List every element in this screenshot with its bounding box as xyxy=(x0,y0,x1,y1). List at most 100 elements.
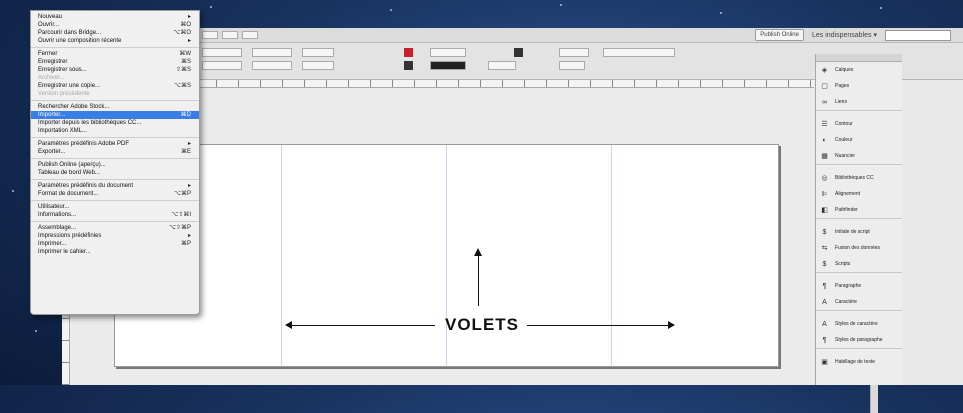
menu-item[interactable]: Importer... ⌘D xyxy=(31,111,199,119)
workspace-label: Les indispensables xyxy=(811,32,872,39)
stroke-icon: ☰ xyxy=(821,121,828,128)
menu-separator xyxy=(31,179,199,180)
panel-item[interactable]: ¶ Paragraphe xyxy=(816,278,902,294)
panel-item[interactable]: ▣ Habillage de texte xyxy=(816,354,902,370)
menu-item-label: Exporter... xyxy=(38,149,66,155)
bridge-button[interactable] xyxy=(202,31,218,39)
menu-item-label: Informations... xyxy=(38,212,77,218)
panel-item[interactable]: $ Initiale de script xyxy=(816,224,902,240)
panel-item-label: Bibliothèques CC xyxy=(835,175,874,181)
menu-item[interactable]: Imprimer le cahier... xyxy=(31,248,199,256)
panel-dock-header[interactable] xyxy=(816,54,902,62)
panel-item[interactable]: $ Scripts xyxy=(816,256,902,272)
arrow-up-icon xyxy=(474,248,482,256)
menu-item[interactable]: Impressions prédéfinies ▸ xyxy=(31,232,199,240)
scale-y-field[interactable] xyxy=(302,61,334,70)
panel-item[interactable]: ▦ Nuancier xyxy=(816,148,902,164)
menu-item-label: Archiver... xyxy=(38,75,65,81)
menu-item[interactable]: Utilisateur... xyxy=(31,203,199,211)
stroke-swatch[interactable] xyxy=(404,61,413,70)
submenu-arrow-icon: ▸ xyxy=(187,233,191,239)
panel-item-label: Habillage de texte xyxy=(835,359,876,365)
panel-item[interactable]: ☰ Contour xyxy=(816,116,902,132)
panel-item[interactable]: A Styles de caractère xyxy=(816,316,902,332)
opacity-field[interactable] xyxy=(488,61,516,70)
menu-item[interactable]: Ouvrir une composition récente ▸ xyxy=(31,37,199,45)
panel-item[interactable]: ¶ Styles de paragraphe xyxy=(816,332,902,348)
layers-icon: ◈ xyxy=(821,67,828,74)
panel-item-label: Contour xyxy=(835,121,853,127)
submenu-arrow-icon: ▸ xyxy=(187,14,191,20)
menu-item[interactable]: Format de document... ⌥⌘P xyxy=(31,190,199,198)
panel-item[interactable]: ◈ Calques xyxy=(816,62,902,78)
menu-item[interactable]: Enregistrer une copie... ⌥⌘S xyxy=(31,82,199,90)
menu-item[interactable]: Parcourir dans Bridge... ⌥⌘O xyxy=(31,29,199,37)
y-position-field[interactable] xyxy=(202,61,242,70)
arrow-left-icon xyxy=(285,321,292,329)
menu-item-label: Enregistrer une copie... xyxy=(38,83,101,89)
panel-item[interactable]: ⇆ Fusion des données xyxy=(816,240,902,256)
panel-item[interactable]: ∞ Liens xyxy=(816,94,902,110)
menu-item[interactable]: Paramètres prédéfinis Adobe PDF ▸ xyxy=(31,140,199,148)
menu-item[interactable]: Ouvrir... ⌘O xyxy=(31,21,199,29)
menu-item[interactable]: Publish Online (aperçu)... xyxy=(31,161,199,169)
menu-item-label: Fermer xyxy=(38,51,58,57)
menu-item[interactable]: Importation XML... xyxy=(31,127,199,135)
menu-item-shortcut: ⌘W xyxy=(179,51,191,57)
x-position-field[interactable] xyxy=(202,48,242,57)
chevron-down-icon: ▾ xyxy=(873,32,877,39)
menu-item-label: Tableau de bord Web... xyxy=(38,170,100,176)
panel-item-label: Styles de paragraphe xyxy=(835,337,883,343)
align-icon: ⊫ xyxy=(821,191,828,198)
menu-item[interactable]: Tableau de bord Web... xyxy=(31,169,199,177)
menu-item-shortcut: ⌥⌘O xyxy=(173,30,191,36)
arrow-right-line xyxy=(527,325,669,326)
text-frame-field[interactable] xyxy=(559,48,589,57)
width-field[interactable] xyxy=(252,48,292,57)
menu-item[interactable]: Assemblage... ⌥⇧⌘P xyxy=(31,224,199,232)
panel-item[interactable]: ◐ Couleur xyxy=(816,132,902,148)
menu-separator xyxy=(31,47,199,48)
menu-item[interactable]: Enregistrer sous... ⇧⌘S xyxy=(31,66,199,74)
star-dot xyxy=(720,12,722,14)
object-style-select[interactable] xyxy=(603,48,675,57)
menu-item-label: Format de document... xyxy=(38,191,99,197)
stroke-weight-field[interactable] xyxy=(430,48,466,57)
menu-item[interactable]: Importer depuis les bibliothèques CC... xyxy=(31,119,199,127)
panel-item[interactable]: ▢ Pages xyxy=(816,78,902,94)
effects-button[interactable] xyxy=(514,48,523,57)
cc-libraries-icon: ◎ xyxy=(821,175,828,182)
panel-item-label: Liens xyxy=(835,99,847,105)
zoom-level-control[interactable] xyxy=(222,31,238,39)
search-input[interactable] xyxy=(885,29,951,41)
scale-x-field[interactable] xyxy=(302,48,334,57)
menu-item[interactable]: Fermer ⌘W xyxy=(31,50,199,58)
menu-item-shortcut: ⌘D xyxy=(180,112,191,118)
arrow-up-line xyxy=(478,255,479,306)
menu-item-label: Publish Online (aperçu)... xyxy=(38,162,106,168)
panel-item[interactable]: ⊫ Alignement xyxy=(816,186,902,202)
menu-item[interactable]: Rechercher Adobe Stock... xyxy=(31,103,199,111)
panel-item-label: Styles de caractère xyxy=(835,321,878,327)
menu-item[interactable]: Informations... ⌥⇧⌘I xyxy=(31,211,199,219)
panel-item[interactable]: ◎ Bibliothèques CC xyxy=(816,170,902,186)
menu-item[interactable]: Paramètres prédéfinis du document ▸ xyxy=(31,182,199,190)
menu-item[interactable]: Enregistrer ⌘S xyxy=(31,58,199,66)
fill-swatch[interactable] xyxy=(404,48,413,57)
workspace-switcher[interactable]: Les indispensables ▾ xyxy=(812,31,877,39)
object-style-field[interactable] xyxy=(559,61,585,70)
menu-item[interactable]: Exporter... ⌘E xyxy=(31,148,199,156)
submenu-arrow-icon: ▸ xyxy=(187,141,191,147)
screen-mode-button[interactable] xyxy=(242,31,258,39)
text-wrap-icon: ▣ xyxy=(821,359,828,366)
height-field[interactable] xyxy=(252,61,292,70)
publish-online-button[interactable]: Publish Online xyxy=(755,29,804,41)
star-dot xyxy=(210,6,212,8)
panel-item[interactable]: A Caractère xyxy=(816,294,902,310)
menu-item[interactable]: Nouveau ▸ xyxy=(31,13,199,21)
star-dot xyxy=(880,7,882,9)
menu-item[interactable]: Imprimer... ⌘P xyxy=(31,240,199,248)
stroke-type-select[interactable] xyxy=(430,61,466,70)
panel-item[interactable]: ◧ Pathfinder xyxy=(816,202,902,218)
file-menu: Nouveau ▸ Ouvrir... ⌘O Parcourir dans Bridge… xyxy=(30,10,200,315)
